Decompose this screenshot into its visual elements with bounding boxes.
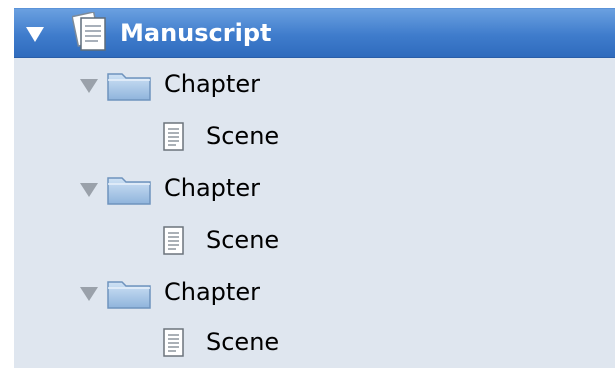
disclosure-triangle-expanded-icon[interactable] [26, 27, 44, 42]
folder-icon [106, 276, 152, 310]
scene-label: Scene [206, 328, 280, 356]
folder-icon [106, 172, 152, 206]
text-document-icon [162, 225, 186, 257]
disclosure-triangle-expanded-icon[interactable] [80, 287, 98, 301]
scene-label: Scene [206, 122, 280, 150]
chapter-label: Chapter [164, 174, 260, 202]
manuscript-stack-icon [72, 12, 112, 54]
disclosure-triangle-expanded-icon[interactable] [80, 183, 98, 197]
binder-row-manuscript[interactable]: Manuscript [14, 8, 615, 58]
disclosure-triangle-expanded-icon[interactable] [80, 79, 98, 93]
binder-row-chapter[interactable]: Chapter [14, 164, 615, 214]
text-document-icon [162, 121, 186, 153]
binder-row-scene[interactable]: Scene [14, 216, 615, 266]
chapter-label: Chapter [164, 70, 260, 98]
folder-icon [106, 68, 152, 102]
text-document-icon [162, 327, 186, 359]
binder-row-scene[interactable]: Scene [14, 112, 615, 162]
binder-row-chapter[interactable]: Chapter [14, 60, 615, 110]
manuscript-label: Manuscript [120, 19, 272, 47]
binder-outline: Manuscript Chapter Scene Chapter Scene C… [14, 8, 615, 368]
chapter-label: Chapter [164, 278, 260, 306]
binder-row-chapter[interactable]: Chapter [14, 268, 615, 318]
scene-label: Scene [206, 226, 280, 254]
binder-row-scene[interactable]: Scene [14, 318, 615, 368]
